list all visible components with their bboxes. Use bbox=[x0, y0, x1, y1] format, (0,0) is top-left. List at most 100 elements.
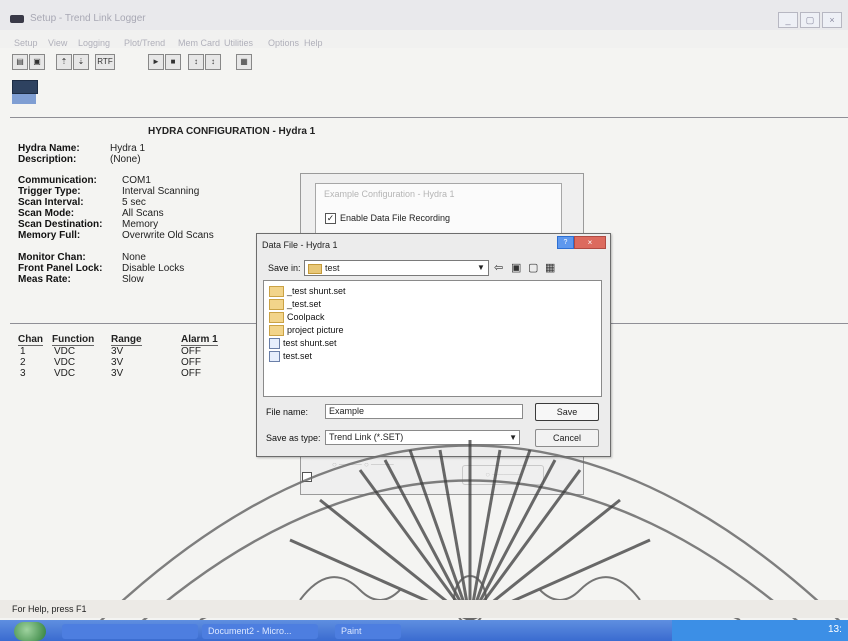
table-cell: VDC bbox=[54, 346, 76, 357]
menu-mem-card[interactable]: Mem Card bbox=[178, 38, 220, 48]
list-item[interactable]: Coolpack bbox=[269, 312, 325, 324]
menu-bar: Setup View Logging Plot/Trend Mem Card U… bbox=[0, 30, 848, 48]
dialog-help-button[interactable]: ? bbox=[557, 236, 574, 249]
field-value: All Scans bbox=[122, 208, 164, 219]
field-label: Scan Mode: bbox=[18, 208, 75, 219]
save-as-type-value: Trend Link (*.SET) bbox=[329, 432, 404, 442]
background-button[interactable]: ○ ───── bbox=[462, 465, 544, 485]
col-header-range: Range bbox=[111, 334, 142, 346]
field-value: Disable Locks bbox=[122, 263, 185, 274]
field-label: Front Panel Lock: bbox=[18, 263, 103, 274]
file-icon bbox=[269, 338, 280, 350]
col-header-chan: Chan bbox=[18, 334, 43, 346]
file-icon bbox=[269, 351, 280, 363]
dialog-title: Data File - Hydra 1 bbox=[262, 240, 338, 250]
step-down-icon[interactable]: ↕ bbox=[205, 54, 221, 70]
download-icon[interactable]: ⇣ bbox=[73, 54, 89, 70]
background-dialog-title: Example Configuration - Hydra 1 bbox=[324, 189, 455, 199]
list-item[interactable]: _test.set bbox=[269, 299, 321, 311]
table-cell: 3V bbox=[111, 346, 124, 357]
rtf-button[interactable]: RTF bbox=[95, 54, 115, 70]
save-button[interactable]: Save bbox=[535, 403, 599, 421]
field-label: Memory Full: bbox=[18, 230, 81, 241]
background-checkbox[interactable] bbox=[302, 472, 312, 482]
config-title: HYDRA CONFIGURATION - Hydra 1 bbox=[148, 126, 316, 137]
dialog-close-button[interactable]: × bbox=[574, 236, 606, 249]
table-cell: OFF bbox=[181, 346, 201, 357]
field-label: Scan Destination: bbox=[18, 219, 103, 230]
new-folder-icon[interactable]: ▢ bbox=[528, 261, 538, 274]
background-radio-group: ○ ──── ○ ──── bbox=[332, 460, 394, 469]
play-icon[interactable]: ► bbox=[148, 54, 164, 70]
menu-plot-trend[interactable]: Plot/Trend bbox=[124, 38, 165, 48]
table-cell: VDC bbox=[54, 368, 76, 379]
save-in-label: Save in: bbox=[268, 263, 301, 273]
folder-icon bbox=[269, 325, 284, 337]
field-value: Interval Scanning bbox=[122, 186, 200, 197]
field-value: 5 sec bbox=[122, 197, 146, 208]
open-icon[interactable]: ▤ bbox=[12, 54, 28, 70]
table-cell: 3V bbox=[111, 368, 124, 379]
title-bar: Setup - Trend Link Logger _ ▢ × bbox=[0, 0, 848, 31]
menu-options[interactable]: Options bbox=[268, 38, 299, 48]
field-label: Meas Rate: bbox=[18, 274, 71, 285]
clock: 13: bbox=[828, 624, 842, 635]
hydra-device-icon[interactable] bbox=[10, 78, 40, 110]
window-title: Setup - Trend Link Logger bbox=[30, 13, 146, 24]
save-in-value: test bbox=[325, 263, 340, 273]
start-button[interactable] bbox=[14, 622, 46, 641]
list-item[interactable]: test shunt.set bbox=[269, 338, 337, 350]
list-item[interactable]: project picture bbox=[269, 325, 344, 337]
col-header-function: Function bbox=[52, 334, 95, 346]
enable-recording-label: Enable Data File Recording bbox=[340, 213, 451, 223]
save-icon[interactable]: ▣ bbox=[29, 54, 45, 70]
cancel-button[interactable]: Cancel bbox=[535, 429, 599, 447]
list-item[interactable]: _test shunt.set bbox=[269, 286, 346, 298]
back-icon[interactable]: ⇦ bbox=[494, 261, 503, 274]
table-cell: OFF bbox=[181, 368, 201, 379]
toolbar: ▤ ▣ ⇡ ⇣ RTF ► ■ ↕ ↕ ▦ bbox=[0, 50, 848, 72]
table-cell: 1 bbox=[20, 346, 26, 357]
field-value: (None) bbox=[110, 154, 141, 165]
stop-icon[interactable]: ■ bbox=[165, 54, 181, 70]
up-folder-icon[interactable]: ▣ bbox=[511, 261, 521, 274]
file-list[interactable]: _test shunt.set _test.set Coolpack proje… bbox=[263, 280, 602, 397]
menu-setup[interactable]: Setup bbox=[14, 38, 38, 48]
checkbox-icon: ✓ bbox=[325, 213, 336, 224]
status-bar bbox=[0, 600, 848, 618]
menu-utilities[interactable]: Utilities bbox=[224, 38, 253, 48]
field-value: None bbox=[122, 252, 146, 263]
menu-help[interactable]: Help bbox=[304, 38, 323, 48]
menu-logging[interactable]: Logging bbox=[78, 38, 110, 48]
taskbar-item-paint[interactable]: Paint bbox=[335, 624, 401, 639]
step-up-icon[interactable]: ↕ bbox=[188, 54, 204, 70]
view-menu-icon[interactable]: ▦ bbox=[545, 261, 555, 274]
table-cell: 3V bbox=[111, 357, 124, 368]
file-name-input[interactable]: Example bbox=[325, 404, 523, 419]
save-as-type-label: Save as type: bbox=[266, 433, 321, 443]
table-cell: VDC bbox=[54, 357, 76, 368]
col-header-alarm1: Alarm 1 bbox=[181, 334, 218, 346]
system-tray bbox=[672, 620, 848, 641]
file-name-label: File name: bbox=[266, 407, 309, 417]
field-value: Slow bbox=[122, 274, 144, 285]
save-as-type-dropdown[interactable]: Trend Link (*.SET) ▼ bbox=[325, 430, 520, 445]
table-cell: 2 bbox=[20, 357, 26, 368]
folder-icon bbox=[269, 286, 284, 298]
chart-icon[interactable]: ▦ bbox=[236, 54, 252, 70]
save-in-dropdown[interactable]: test ▼ bbox=[304, 260, 489, 276]
field-value: COM1 bbox=[122, 175, 151, 186]
upload-icon[interactable]: ⇡ bbox=[56, 54, 72, 70]
field-label: Scan Interval: bbox=[18, 197, 84, 208]
maximize-button[interactable]: ▢ bbox=[800, 12, 820, 28]
minimize-button[interactable]: _ bbox=[778, 12, 798, 28]
table-cell: 3 bbox=[20, 368, 26, 379]
taskbar-item-app[interactable] bbox=[62, 624, 198, 639]
list-item[interactable]: test.set bbox=[269, 351, 312, 363]
taskbar-item-document[interactable]: Document2 - Micro... bbox=[202, 624, 318, 639]
close-button[interactable]: × bbox=[822, 12, 842, 28]
menu-view[interactable]: View bbox=[48, 38, 67, 48]
folder-icon bbox=[269, 299, 284, 311]
app-icon bbox=[10, 15, 24, 23]
enable-recording-checkbox[interactable]: ✓ Enable Data File Recording bbox=[325, 213, 450, 224]
